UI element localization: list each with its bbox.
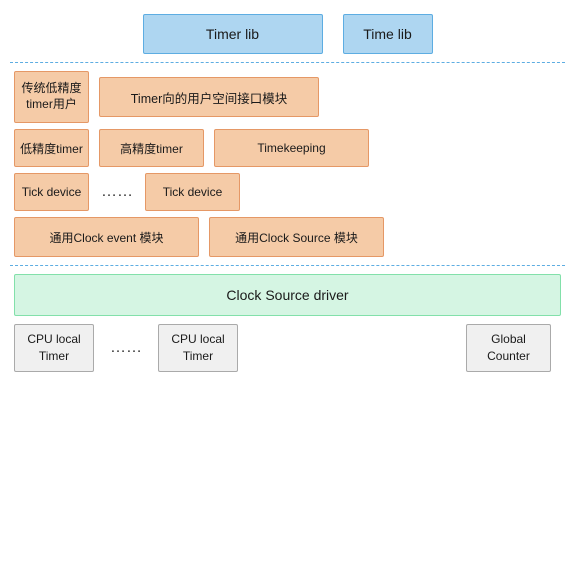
clock-source-module-box: 通用Clock Source 模块 (209, 217, 384, 257)
cpu-local-timer-2-box: CPU local Timer (158, 324, 238, 372)
low-res-timer-label: 低精度timer (20, 140, 83, 157)
clock-source-driver-label: Clock Source driver (226, 287, 348, 303)
tick-device-2-label: Tick device (163, 185, 223, 199)
timer-user-space-box: Timer向的用户空间接口模块 (99, 77, 319, 117)
time-lib-box: Time lib (343, 14, 433, 54)
legacy-timer-label: 传统低精度 timer用户 (21, 81, 81, 112)
row-tick-devices: Tick device …… Tick device (10, 173, 565, 211)
global-counter-box: Global Counter (466, 324, 551, 372)
separator-2 (10, 265, 565, 266)
timer-user-space-label: Timer向的用户空间接口模块 (131, 88, 287, 107)
high-res-timer-box: 高精度timer (99, 129, 204, 167)
tick-dots: …… (97, 183, 137, 201)
timekeeping-box: Timekeeping (214, 129, 369, 167)
row-cpu-timers: CPU local Timer …… CPU local Timer Globa… (10, 324, 565, 372)
row-user-interface: 传统低精度 timer用户 Timer向的用户空间接口模块 (10, 71, 565, 123)
legacy-timer-box: 传统低精度 timer用户 (14, 71, 89, 123)
tick-device-2-box: Tick device (145, 173, 240, 211)
cpu-local-timer-1-label: CPU local Timer (27, 331, 80, 365)
global-counter-label: Global Counter (487, 331, 530, 365)
clock-source-module-label: 通用Clock Source 模块 (235, 229, 358, 246)
clock-event-label: 通用Clock event 模块 (49, 229, 163, 246)
tick-device-1-box: Tick device (14, 173, 89, 211)
timer-lib-box: Timer lib (143, 14, 323, 54)
row-clock-source-driver: Clock Source driver (10, 274, 565, 316)
diagram: Timer lib Time lib 传统低精度 timer用户 Timer向的… (0, 0, 575, 572)
time-lib-label: Time lib (363, 26, 412, 42)
row-top-libs: Timer lib Time lib (10, 14, 565, 54)
separator-1 (10, 62, 565, 63)
clock-event-box: 通用Clock event 模块 (14, 217, 199, 257)
timekeeping-label: Timekeeping (257, 141, 325, 155)
row-clock-modules: 通用Clock event 模块 通用Clock Source 模块 (10, 217, 565, 257)
cpu-timer-dots: …… (106, 339, 146, 357)
row-timer-types: 低精度timer 高精度timer Timekeeping (10, 129, 565, 167)
cpu-local-timer-2-label: CPU local Timer (171, 331, 224, 365)
timer-lib-label: Timer lib (206, 26, 259, 42)
high-res-timer-label: 高精度timer (120, 140, 183, 157)
clock-source-driver-box: Clock Source driver (14, 274, 561, 316)
cpu-local-timer-1-box: CPU local Timer (14, 324, 94, 372)
tick-device-1-label: Tick device (22, 185, 82, 199)
low-res-timer-box: 低精度timer (14, 129, 89, 167)
